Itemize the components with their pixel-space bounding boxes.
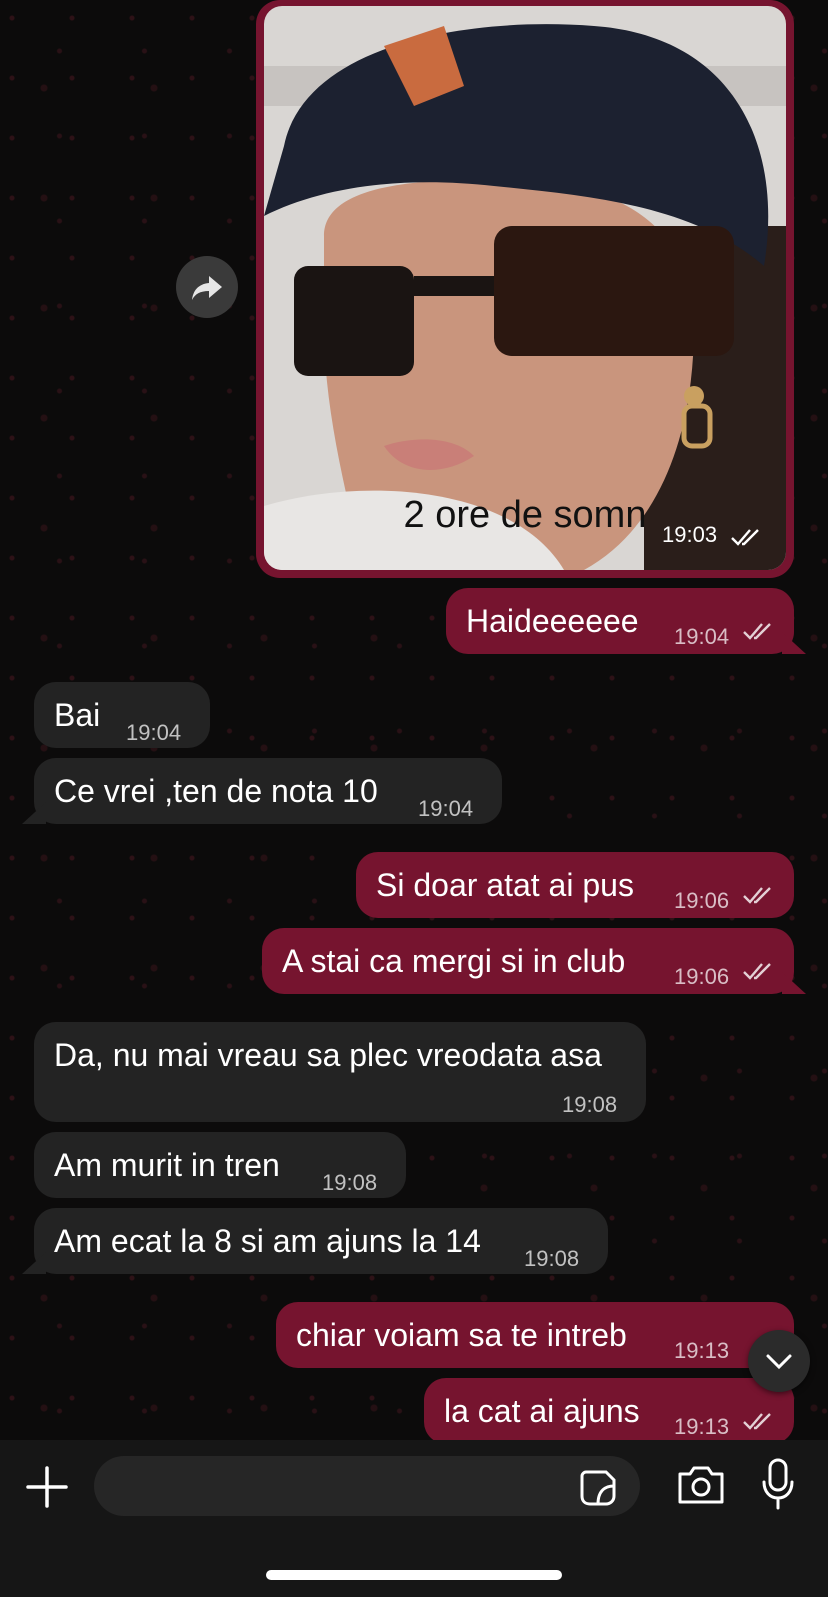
incoming-message[interactable]: Am ecat la 8 si am ajuns la 14 19:08 bbox=[34, 1208, 608, 1274]
message-timestamp: 19:08 bbox=[322, 1170, 378, 1195]
photo-timestamp: 19:03 bbox=[662, 522, 718, 547]
double-check-icon bbox=[743, 623, 771, 640]
incoming-message[interactable]: Bai 19:04 bbox=[34, 682, 210, 748]
home-indicator bbox=[266, 1570, 562, 1580]
message-text: Am ecat la 8 si am ajuns la 14 bbox=[54, 1223, 481, 1259]
incoming-message[interactable]: Am murit in tren 19:08 bbox=[34, 1132, 406, 1198]
message-timestamp: 19:04 bbox=[418, 796, 474, 821]
sticker-icon[interactable] bbox=[578, 1468, 618, 1508]
message-text: Haideeeeee bbox=[466, 603, 639, 639]
composer-bar bbox=[0, 1440, 828, 1597]
message-timestamp: 19:13 bbox=[674, 1338, 730, 1363]
message-timestamp: 19:08 bbox=[524, 1246, 580, 1271]
outgoing-message[interactable]: Si doar atat ai pus 19:06 bbox=[356, 852, 794, 918]
image-message[interactable]: 2 ore de somn 19:03 bbox=[256, 0, 794, 578]
camera-icon[interactable] bbox=[676, 1462, 726, 1508]
photo[interactable]: 2 ore de somn bbox=[264, 6, 786, 570]
message-timestamp: 19:04 bbox=[126, 720, 182, 745]
message-text: chiar voiam sa te intreb bbox=[296, 1317, 627, 1353]
message-text: Am murit in tren bbox=[54, 1147, 280, 1183]
message-timestamp: 19:08 bbox=[562, 1092, 618, 1117]
message-timestamp: 19:06 bbox=[674, 964, 730, 989]
message-text: Bai bbox=[54, 697, 101, 733]
photo-image bbox=[264, 6, 786, 570]
forward-button[interactable] bbox=[176, 256, 238, 318]
plus-icon[interactable] bbox=[24, 1464, 70, 1510]
double-check-icon bbox=[743, 1413, 771, 1430]
outgoing-message[interactable]: chiar voiam sa te intreb 19:13 bbox=[276, 1302, 794, 1368]
message-text: Ce vrei ,ten de nota 10 bbox=[54, 773, 378, 809]
double-check-icon bbox=[743, 887, 771, 904]
microphone-icon[interactable] bbox=[760, 1458, 796, 1512]
double-check-icon bbox=[743, 963, 771, 980]
incoming-message[interactable]: Ce vrei ,ten de nota 10 19:04 bbox=[34, 758, 502, 824]
message-input[interactable] bbox=[94, 1456, 640, 1516]
chevron-down-icon bbox=[766, 1354, 792, 1370]
scroll-to-bottom-button[interactable] bbox=[748, 1330, 810, 1392]
outgoing-message[interactable]: A stai ca mergi si in club 19:06 bbox=[262, 928, 794, 994]
double-check-icon bbox=[731, 529, 759, 546]
message-timestamp: 19:04 bbox=[674, 624, 730, 649]
message-text: la cat ai ajuns bbox=[444, 1393, 640, 1429]
message-timestamp: 19:06 bbox=[674, 888, 730, 913]
forward-icon bbox=[192, 276, 222, 300]
message-text: Si doar atat ai pus bbox=[376, 867, 634, 903]
outgoing-message[interactable]: Haideeeeee 19:04 bbox=[446, 588, 794, 654]
message-text: Da, nu mai vreau sa plec vreodata asa bbox=[54, 1037, 602, 1073]
outgoing-message[interactable]: la cat ai ajuns 19:13 bbox=[424, 1378, 794, 1444]
incoming-message[interactable]: Da, nu mai vreau sa plec vreodata asa 19… bbox=[34, 1022, 646, 1122]
message-text: A stai ca mergi si in club bbox=[282, 943, 626, 979]
